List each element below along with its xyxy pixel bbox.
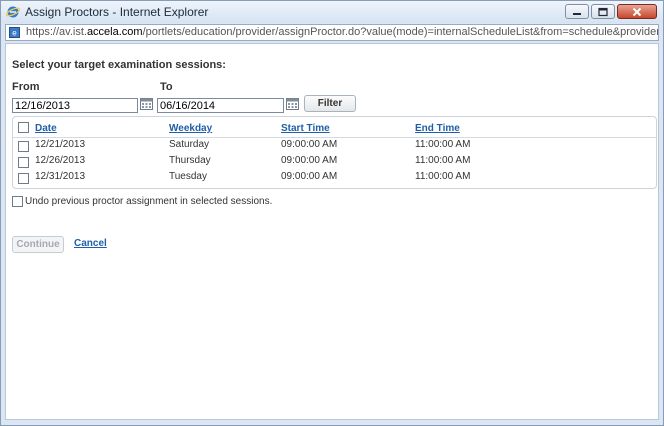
sessions-table: Date Weekday Start Time End Time 12/21/2… xyxy=(12,116,657,189)
to-date-input[interactable] xyxy=(157,98,284,113)
cell-date: 12/21/2013 xyxy=(35,139,86,150)
table-row: 12/31/2013 Tuesday 09:00:00 AM 11:00:00 … xyxy=(13,170,656,186)
row-checkbox[interactable] xyxy=(18,173,29,184)
url-prefix: https://av.ist. xyxy=(26,26,87,38)
select-all-checkbox[interactable] xyxy=(18,122,29,133)
page-heading: Select your target examination sessions: xyxy=(12,59,226,71)
table-header: Date Weekday Start Time End Time xyxy=(13,117,656,138)
cell-start-time: 09:00:00 AM xyxy=(281,171,338,182)
filter-button[interactable]: Filter xyxy=(304,95,356,112)
cell-weekday: Saturday xyxy=(169,139,210,150)
address-bar[interactable]: e https://av.ist.accela.com/portlets/edu… xyxy=(5,24,659,41)
continue-button[interactable]: Continue xyxy=(12,236,64,253)
maximize-icon xyxy=(598,7,608,16)
from-label: From xyxy=(12,81,40,93)
url-path: /portlets/education/provider/assignProct… xyxy=(142,26,659,38)
url-domain: accela.com xyxy=(86,26,143,38)
cell-end-time: 11:00:00 AM xyxy=(415,155,471,166)
column-header-end-time[interactable]: End Time xyxy=(415,123,460,134)
undo-checkbox[interactable] xyxy=(12,196,23,207)
undo-label: Undo previous proctor assignment in sele… xyxy=(25,196,273,207)
calendar-icon[interactable] xyxy=(286,97,299,110)
svg-text:e: e xyxy=(12,29,17,38)
browser-window: Assign Proctors - Internet Explorer e ht… xyxy=(0,0,664,426)
column-header-weekday[interactable]: Weekday xyxy=(169,123,212,134)
minimize-icon xyxy=(573,12,581,15)
cancel-link[interactable]: Cancel xyxy=(74,238,107,249)
window-controls xyxy=(563,4,657,20)
table-row: 12/21/2013 Saturday 09:00:00 AM 11:00:00… xyxy=(13,138,656,154)
maximize-button[interactable] xyxy=(591,4,615,19)
cell-start-time: 09:00:00 AM xyxy=(281,155,338,166)
from-date-input[interactable] xyxy=(12,98,138,113)
cell-end-time: 11:00:00 AM xyxy=(415,139,471,150)
minimize-button[interactable] xyxy=(565,4,589,19)
cell-start-time: 09:00:00 AM xyxy=(281,139,338,150)
cell-end-time: 11:00:00 AM xyxy=(415,171,471,182)
cell-date: 12/26/2013 xyxy=(35,155,86,166)
row-checkbox[interactable] xyxy=(18,157,29,168)
cell-weekday: Thursday xyxy=(169,155,211,166)
title-bar: Assign Proctors - Internet Explorer xyxy=(1,1,663,23)
column-header-date[interactable]: Date xyxy=(35,123,57,134)
close-button[interactable] xyxy=(617,4,657,19)
close-icon xyxy=(632,7,642,16)
cell-weekday: Tuesday xyxy=(169,171,207,182)
column-header-start-time[interactable]: Start Time xyxy=(281,123,330,134)
table-row: 12/26/2013 Thursday 09:00:00 AM 11:00:00… xyxy=(13,154,656,170)
page-icon: e xyxy=(9,27,20,38)
calendar-icon[interactable] xyxy=(140,97,153,110)
cell-date: 12/31/2013 xyxy=(35,171,86,182)
page-content: Select your target examination sessions:… xyxy=(5,43,659,420)
url-text: https://av.ist.accela.com/portlets/educa… xyxy=(26,26,659,38)
row-checkbox[interactable] xyxy=(18,141,29,152)
ie-app-icon xyxy=(6,6,20,18)
to-label: To xyxy=(160,81,173,93)
window-title: Assign Proctors - Internet Explorer xyxy=(25,5,209,19)
